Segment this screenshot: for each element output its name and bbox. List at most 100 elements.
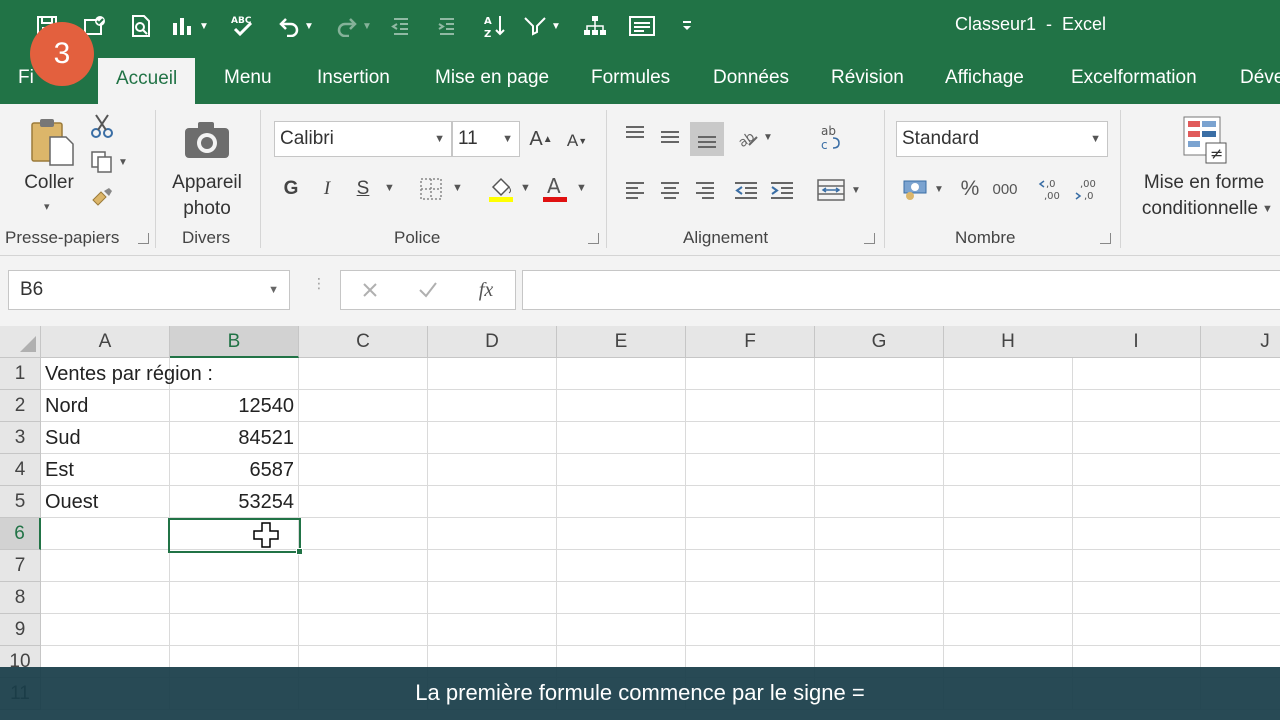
tab-excelformation[interactable]: Excelformation xyxy=(1071,54,1197,104)
column-header-b[interactable]: B xyxy=(170,326,299,358)
decrease-indent-qat-icon[interactable] xyxy=(386,10,416,42)
cell-f1[interactable] xyxy=(686,358,815,390)
tab-developpeur[interactable]: Déve xyxy=(1240,54,1280,104)
select-all-button[interactable] xyxy=(0,326,41,358)
row-header-1[interactable]: 1 xyxy=(0,358,41,390)
cell-g8[interactable] xyxy=(815,582,944,614)
underline-button[interactable]: S xyxy=(352,174,374,204)
form-icon[interactable] xyxy=(624,10,660,42)
cell-e4[interactable] xyxy=(557,454,686,486)
cell-g5[interactable] xyxy=(815,486,944,518)
cell-d7[interactable] xyxy=(428,550,557,582)
cell-b3[interactable]: 84521 xyxy=(170,422,299,454)
row-header-4[interactable]: 4 xyxy=(0,454,41,486)
cell-b8[interactable] xyxy=(170,582,299,614)
fill-handle[interactable] xyxy=(296,548,303,555)
cell-j4[interactable] xyxy=(1201,454,1280,486)
number-launcher-icon[interactable] xyxy=(1100,233,1111,244)
grow-font-icon[interactable]: A ▲ xyxy=(528,124,554,154)
cell-i7[interactable] xyxy=(1072,550,1201,582)
cell-a3[interactable]: Sud xyxy=(41,422,170,454)
shrink-font-icon[interactable]: A ▼ xyxy=(564,126,590,156)
customize-qat-icon[interactable] xyxy=(676,10,698,42)
cell-c7[interactable] xyxy=(299,550,428,582)
cell-j9[interactable] xyxy=(1201,614,1280,646)
cell-a6[interactable] xyxy=(41,518,170,550)
cut-icon[interactable] xyxy=(88,112,116,140)
cell-h5[interactable] xyxy=(944,486,1073,518)
decrease-indent-icon[interactable] xyxy=(730,176,762,204)
insert-function-icon[interactable]: fx xyxy=(471,277,501,303)
cell-c9[interactable] xyxy=(299,614,428,646)
borders-icon[interactable] xyxy=(418,174,444,204)
camera-label-line1[interactable]: Appareil xyxy=(168,170,246,196)
cell-i6[interactable] xyxy=(1072,518,1201,550)
wrap-text-icon[interactable]: ab c xyxy=(816,122,846,154)
align-right-icon[interactable] xyxy=(690,176,720,204)
row-header-6[interactable]: 6 xyxy=(0,518,41,550)
name-box[interactable]: B6 ▼ xyxy=(8,270,290,310)
cell-h7[interactable] xyxy=(944,550,1073,582)
row-header-9[interactable]: 9 xyxy=(0,614,41,646)
tab-menu[interactable]: Menu xyxy=(224,54,272,104)
cell-g6[interactable] xyxy=(815,518,944,550)
column-header-j[interactable]: J xyxy=(1201,326,1280,358)
copy-icon[interactable]: ▼ xyxy=(88,148,130,176)
bold-button[interactable]: G xyxy=(280,174,302,204)
borders-dropdown-arrow[interactable]: ▼ xyxy=(452,182,463,194)
merge-center-icon[interactable]: ▼ xyxy=(814,176,864,204)
decrease-decimal-icon[interactable]: ,00,0 xyxy=(1072,174,1104,204)
cell-h2[interactable] xyxy=(944,390,1073,422)
cell-g9[interactable] xyxy=(815,614,944,646)
tab-accueil[interactable]: Accueil xyxy=(98,58,196,104)
cell-j8[interactable] xyxy=(1201,582,1280,614)
font-launcher-icon[interactable] xyxy=(588,233,599,244)
cell-b2[interactable]: 12540 xyxy=(170,390,299,422)
cell-d9[interactable] xyxy=(428,614,557,646)
paste-label[interactable]: Coller xyxy=(22,170,76,196)
sort-icon[interactable]: AZ xyxy=(480,10,510,42)
row-header-5[interactable]: 5 xyxy=(0,486,41,518)
percent-button[interactable]: % xyxy=(956,174,984,204)
cell-c8[interactable] xyxy=(299,582,428,614)
cell-b5[interactable]: 53254 xyxy=(170,486,299,518)
cell-a7[interactable] xyxy=(41,550,170,582)
number-format-combo[interactable]: Standard ▼ xyxy=(896,121,1108,157)
filter-icon[interactable]: ▼ xyxy=(518,10,566,42)
underline-dropdown-arrow[interactable]: ▼ xyxy=(384,182,395,194)
orientation-icon[interactable]: ab ▼ xyxy=(734,122,774,152)
cell-a5[interactable]: Ouest xyxy=(41,486,170,518)
cell-g3[interactable] xyxy=(815,422,944,454)
cell-d1[interactable] xyxy=(428,358,557,390)
conditional-formatting-dropdown-arrow[interactable]: ▼ xyxy=(1262,203,1273,215)
cell-b4[interactable]: 6587 xyxy=(170,454,299,486)
cell-a2[interactable]: Nord xyxy=(41,390,170,422)
cell-h8[interactable] xyxy=(944,582,1073,614)
cell-f9[interactable] xyxy=(686,614,815,646)
row-header-8[interactable]: 8 xyxy=(0,582,41,614)
cell-b9[interactable] xyxy=(170,614,299,646)
clipboard-launcher-icon[interactable] xyxy=(138,233,149,244)
cell-e3[interactable] xyxy=(557,422,686,454)
cell-d5[interactable] xyxy=(428,486,557,518)
row-header-3[interactable]: 3 xyxy=(0,422,41,454)
cancel-icon[interactable] xyxy=(357,277,383,303)
cell-d8[interactable] xyxy=(428,582,557,614)
conditional-formatting-label-line1[interactable]: Mise en forme xyxy=(1134,170,1274,196)
tab-mise-en-page[interactable]: Mise en page xyxy=(435,54,549,104)
cell-f7[interactable] xyxy=(686,550,815,582)
enter-icon[interactable] xyxy=(415,277,441,303)
alignment-launcher-icon[interactable] xyxy=(864,233,875,244)
currency-icon[interactable]: ▼ xyxy=(898,174,948,204)
column-header-c[interactable]: C xyxy=(299,326,428,358)
cell-c3[interactable] xyxy=(299,422,428,454)
cell-c2[interactable] xyxy=(299,390,428,422)
cell-h1[interactable] xyxy=(944,358,1073,390)
cell-e5[interactable] xyxy=(557,486,686,518)
row-header-2[interactable]: 2 xyxy=(0,390,41,422)
cell-f3[interactable] xyxy=(686,422,815,454)
align-bottom-icon[interactable] xyxy=(690,122,724,156)
cell-f2[interactable] xyxy=(686,390,815,422)
chart-icon[interactable]: ▼ xyxy=(166,10,214,42)
align-top-icon[interactable] xyxy=(620,120,650,148)
